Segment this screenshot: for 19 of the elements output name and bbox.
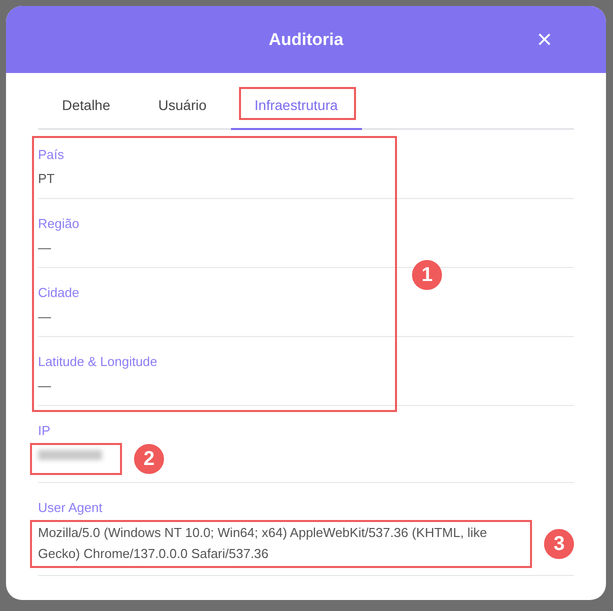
annotation-badge: 1 [412, 260, 442, 290]
field-label: IP [38, 422, 52, 440]
field-label: País [38, 146, 66, 164]
field-label: Região [38, 215, 80, 233]
tab[interactable]: Usuário [134, 91, 231, 130]
field-value: — [38, 308, 51, 326]
field-label: User Agent [38, 499, 104, 517]
field-value: Mozilla/5.0 (Windows NT 10.0; Win64; x64) AppleWebKit/537.36 (KHTML, like Gecko) Chrome/137.0.0.0 Safari/537.36 [38, 524, 488, 563]
tab[interactable]: Infraestrutura [230, 91, 362, 130]
annotation-badge: 2 [134, 444, 164, 474]
field-label: Cidade [38, 284, 80, 302]
close-button[interactable]: × [532, 26, 556, 52]
modal-title: Auditoria [268, 28, 344, 51]
field-value: — [38, 377, 51, 395]
annotation-badge: 3 [544, 529, 574, 559]
field-value: PT [38, 170, 55, 188]
tab[interactable]: Detalhe [38, 91, 134, 130]
field-label: Latitude & Longitude [38, 353, 158, 371]
field-value: — [38, 239, 51, 257]
